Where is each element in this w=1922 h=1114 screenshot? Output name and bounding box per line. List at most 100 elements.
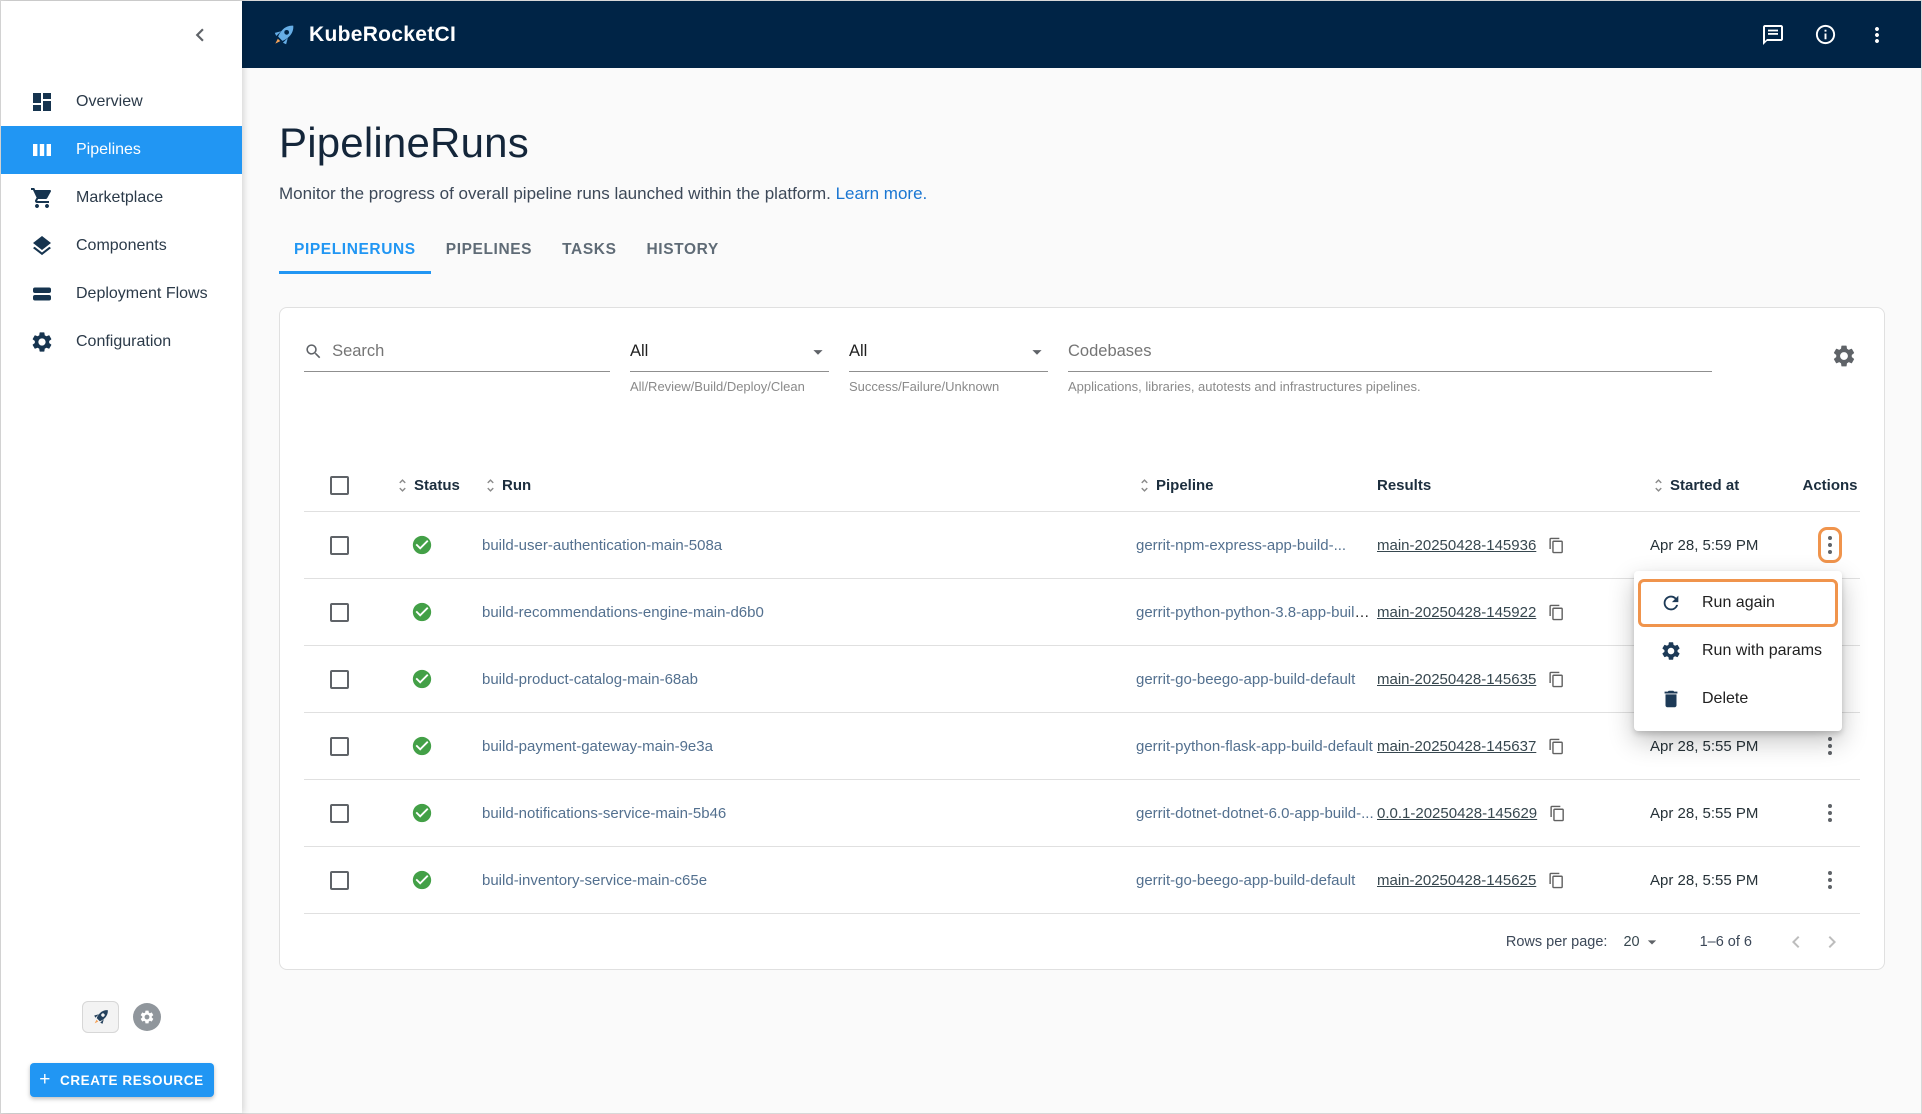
codebases-filter: Applications, libraries, autotests and i… <box>1068 332 1712 394</box>
search-field <box>304 332 610 372</box>
layers-icon <box>30 234 54 258</box>
table-row: build-inventory-service-main-c65e gerrit… <box>304 847 1860 914</box>
brand-name: KubeRocketCI <box>309 23 456 47</box>
pipeline-link[interactable]: gerrit-python-python-3.8-app-build-... <box>1136 604 1377 621</box>
pipeline-link[interactable]: gerrit-dotnet-dotnet-6.0-app-build-... <box>1136 805 1374 822</box>
row-actions-kebab-icon[interactable] <box>1822 866 1838 894</box>
pipeline-link[interactable]: gerrit-go-beego-app-build-default <box>1136 872 1355 889</box>
previous-page-button[interactable] <box>1778 924 1814 960</box>
page-description-text: Monitor the progress of overall pipeline… <box>279 184 831 203</box>
sidebar-item-pipelines[interactable]: Pipelines <box>1 126 242 174</box>
sidebar-item-marketplace[interactable]: Marketplace <box>1 174 242 222</box>
select-all-checkbox[interactable] <box>330 476 349 495</box>
rocket-logo-button[interactable] <box>82 1001 119 1033</box>
results-link[interactable]: 0.0.1-20250428-145629 <box>1377 805 1537 822</box>
results-link[interactable]: main-20250428-145637 <box>1377 738 1536 755</box>
success-status-icon <box>411 601 433 623</box>
sort-by-run[interactable]: Run <box>470 477 531 494</box>
sidebar: Overview Pipelines Marketplace Component… <box>1 1 242 1113</box>
overflow-menu-button[interactable] <box>1857 15 1897 55</box>
row-actions-menu: Run again Run with params Delete <box>1634 571 1842 731</box>
sort-by-status[interactable]: Status <box>374 477 460 494</box>
rows-per-page-label: Rows per page: <box>1506 934 1608 950</box>
cluster-settings-button[interactable] <box>133 1003 161 1031</box>
sort-icon <box>1650 477 1667 494</box>
pipelines-icon <box>30 138 54 162</box>
sidebar-item-label: Overview <box>76 93 143 111</box>
sidebar-collapse-button[interactable] <box>182 17 218 53</box>
create-resource-button[interactable]: + CREATE RESOURCE <box>30 1063 214 1097</box>
tab-pipelineruns[interactable]: PIPELINERUNS <box>279 228 431 274</box>
sidebar-item-label: Marketplace <box>76 189 163 207</box>
row-checkbox[interactable] <box>330 536 349 555</box>
info-icon <box>1814 23 1837 46</box>
topbar-actions <box>1753 15 1897 55</box>
tab-history[interactable]: HISTORY <box>632 228 734 274</box>
tab-tasks[interactable]: TASKS <box>547 228 631 274</box>
run-link[interactable]: build-inventory-service-main-c65e <box>482 872 707 889</box>
success-status-icon <box>411 735 433 757</box>
sidebar-item-configuration[interactable]: Configuration <box>1 318 242 366</box>
table-settings-button[interactable] <box>1828 340 1860 372</box>
row-actions-kebab-icon[interactable] <box>1822 799 1838 827</box>
copy-icon[interactable] <box>1548 872 1565 889</box>
run-link[interactable]: build-user-authentication-main-508a <box>482 537 722 554</box>
sidebar-item-components[interactable]: Components <box>1 222 242 270</box>
pipeline-type-filter: All All/Review/Build/Deploy/Clean <box>630 332 829 394</box>
chevron-right-icon <box>1820 930 1844 954</box>
row-actions-kebab-icon[interactable] <box>1822 531 1838 559</box>
codebases-input[interactable] <box>1068 342 1712 361</box>
sort-by-started-at[interactable]: Started at <box>1650 477 1739 494</box>
run-link[interactable]: build-product-catalog-main-68ab <box>482 671 698 688</box>
top-app-bar: KubeRocketCI <box>242 1 1921 68</box>
copy-icon[interactable] <box>1548 604 1565 621</box>
copy-icon[interactable] <box>1548 671 1565 688</box>
brand-rocket-icon <box>269 20 299 50</box>
tab-pipelines[interactable]: PIPELINES <box>431 228 547 274</box>
run-link[interactable]: build-notifications-service-main-5b46 <box>482 805 726 822</box>
search-input[interactable] <box>332 342 610 361</box>
pipeline-type-select[interactable]: All <box>630 332 829 372</box>
menu-item-run-with-params[interactable]: Run with params <box>1634 627 1842 675</box>
gear-icon <box>139 1009 155 1025</box>
rows-per-page-value: 20 <box>1623 934 1639 950</box>
menu-item-run-again[interactable]: Run again <box>1634 579 1842 627</box>
next-page-button[interactable] <box>1814 924 1850 960</box>
copy-icon[interactable] <box>1548 537 1565 554</box>
row-checkbox[interactable] <box>330 804 349 823</box>
sort-by-pipeline[interactable]: Pipeline <box>1124 477 1214 494</box>
row-checkbox[interactable] <box>330 603 349 622</box>
copy-icon[interactable] <box>1549 805 1566 822</box>
row-checkbox[interactable] <box>330 871 349 890</box>
results-link[interactable]: main-20250428-145922 <box>1377 604 1536 621</box>
run-link[interactable]: build-recommendations-engine-main-d6b0 <box>482 604 764 621</box>
pipeline-link[interactable]: gerrit-npm-express-app-build-... <box>1136 537 1346 554</box>
sidebar-item-label: Components <box>76 237 167 255</box>
success-status-icon <box>411 534 433 556</box>
table-row: build-recommendations-engine-main-d6b0 g… <box>304 579 1860 646</box>
sidebar-item-deployment-flows[interactable]: Deployment Flows <box>1 270 242 318</box>
pipeline-link[interactable]: gerrit-go-beego-app-build-default <box>1136 671 1355 688</box>
started-at-cell: Apr 28, 5:55 PM <box>1650 872 1800 889</box>
results-link[interactable]: main-20250428-145936 <box>1377 537 1536 554</box>
table-row: build-payment-gateway-main-9e3a gerrit-p… <box>304 713 1860 780</box>
menu-item-delete[interactable]: Delete <box>1634 675 1842 723</box>
row-checkbox[interactable] <box>330 737 349 756</box>
copy-icon[interactable] <box>1548 738 1565 755</box>
row-checkbox[interactable] <box>330 670 349 689</box>
learn-more-link[interactable]: Learn more. <box>836 184 928 203</box>
pipeline-link[interactable]: gerrit-python-flask-app-build-default <box>1136 738 1373 755</box>
info-button[interactable] <box>1805 15 1845 55</box>
status-select[interactable]: All <box>849 332 1048 372</box>
success-status-icon <box>411 869 433 891</box>
results-link[interactable]: main-20250428-145635 <box>1377 671 1536 688</box>
rows-per-page-select[interactable]: 20 <box>1623 932 1661 952</box>
started-at-cell: Apr 28, 5:55 PM <box>1650 738 1800 755</box>
run-link[interactable]: build-payment-gateway-main-9e3a <box>482 738 713 755</box>
tab-bar: PIPELINERUNS PIPELINES TASKS HISTORY <box>279 228 1883 274</box>
row-actions-kebab-icon[interactable] <box>1822 732 1838 760</box>
feedback-button[interactable] <box>1753 15 1793 55</box>
results-link[interactable]: main-20250428-145625 <box>1377 872 1536 889</box>
search-icon <box>304 341 323 362</box>
sidebar-item-overview[interactable]: Overview <box>1 78 242 126</box>
